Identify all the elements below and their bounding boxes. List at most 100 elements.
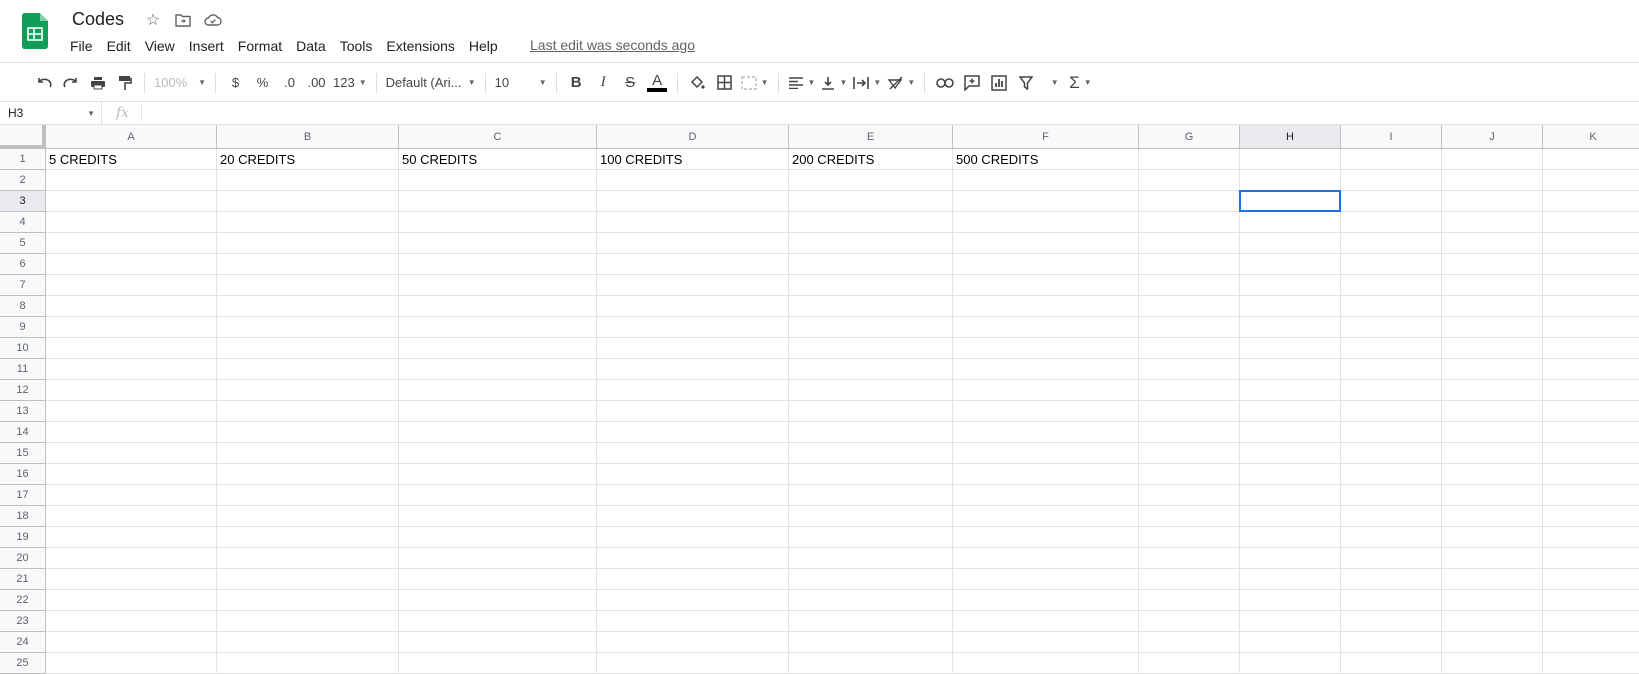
cell-b10[interactable] (217, 338, 399, 359)
cell-i18[interactable] (1341, 506, 1442, 527)
cell-h12[interactable] (1240, 380, 1341, 401)
cell-h7[interactable] (1240, 275, 1341, 296)
cell-j16[interactable] (1442, 464, 1543, 485)
column-header-d[interactable]: D (597, 125, 789, 149)
cell-f9[interactable] (953, 317, 1139, 338)
row-header-12[interactable]: 12 (0, 380, 46, 401)
cell-h2[interactable] (1240, 170, 1341, 191)
cell-k21[interactable] (1543, 569, 1639, 590)
cell-h8[interactable] (1240, 296, 1341, 317)
cell-e6[interactable] (789, 254, 953, 275)
move-folder-icon[interactable] (173, 10, 193, 30)
cell-g8[interactable] (1139, 296, 1240, 317)
cell-a10[interactable] (46, 338, 217, 359)
cell-c11[interactable] (399, 359, 597, 380)
cell-g9[interactable] (1139, 317, 1240, 338)
borders-icon[interactable] (711, 70, 738, 96)
more-formats-button[interactable]: 123 ▼ (330, 70, 370, 96)
cell-b25[interactable] (217, 653, 399, 674)
cell-j6[interactable] (1442, 254, 1543, 275)
cell-f17[interactable] (953, 485, 1139, 506)
row-header-10[interactable]: 10 (0, 338, 46, 359)
cell-c15[interactable] (399, 443, 597, 464)
cell-h19[interactable] (1240, 527, 1341, 548)
cell-e10[interactable] (789, 338, 953, 359)
horizontal-align-icon[interactable]: ▼ (785, 70, 819, 96)
cell-a20[interactable] (46, 548, 217, 569)
cell-a9[interactable] (46, 317, 217, 338)
cell-b12[interactable] (217, 380, 399, 401)
select-all-corner[interactable] (0, 125, 46, 149)
cell-c9[interactable] (399, 317, 597, 338)
cell-i16[interactable] (1341, 464, 1442, 485)
row-header-15[interactable]: 15 (0, 443, 46, 464)
cell-a14[interactable] (46, 422, 217, 443)
column-header-j[interactable]: J (1442, 125, 1543, 149)
cell-d23[interactable] (597, 611, 789, 632)
menu-help[interactable]: Help (462, 36, 505, 56)
cell-e8[interactable] (789, 296, 953, 317)
zoom-select[interactable]: 100% ▼ (151, 70, 209, 96)
cell-c3[interactable] (399, 191, 597, 212)
cell-a8[interactable] (46, 296, 217, 317)
cell-e19[interactable] (789, 527, 953, 548)
row-header-9[interactable]: 9 (0, 317, 46, 338)
cell-d17[interactable] (597, 485, 789, 506)
cell-f24[interactable] (953, 632, 1139, 653)
cell-b20[interactable] (217, 548, 399, 569)
cell-b6[interactable] (217, 254, 399, 275)
row-header-1[interactable]: 1 (0, 149, 46, 170)
cell-h4[interactable] (1240, 212, 1341, 233)
column-header-e[interactable]: E (789, 125, 953, 149)
cell-k24[interactable] (1543, 632, 1639, 653)
cell-k13[interactable] (1543, 401, 1639, 422)
column-header-a[interactable]: A (46, 125, 217, 149)
cell-j3[interactable] (1442, 191, 1543, 212)
cell-a21[interactable] (46, 569, 217, 590)
row-header-6[interactable]: 6 (0, 254, 46, 275)
cell-d20[interactable] (597, 548, 789, 569)
cell-j10[interactable] (1442, 338, 1543, 359)
row-header-18[interactable]: 18 (0, 506, 46, 527)
cell-a11[interactable] (46, 359, 217, 380)
paint-format-icon[interactable] (111, 70, 138, 96)
cell-c7[interactable] (399, 275, 597, 296)
cell-g7[interactable] (1139, 275, 1240, 296)
cell-k10[interactable] (1543, 338, 1639, 359)
cell-e18[interactable] (789, 506, 953, 527)
cell-d4[interactable] (597, 212, 789, 233)
cell-f19[interactable] (953, 527, 1139, 548)
row-header-3[interactable]: 3 (0, 191, 46, 212)
cell-e11[interactable] (789, 359, 953, 380)
column-header-f[interactable]: F (953, 125, 1139, 149)
cell-g13[interactable] (1139, 401, 1240, 422)
cell-e15[interactable] (789, 443, 953, 464)
cell-d12[interactable] (597, 380, 789, 401)
cell-i22[interactable] (1341, 590, 1442, 611)
cell-h9[interactable] (1240, 317, 1341, 338)
cell-e9[interactable] (789, 317, 953, 338)
cell-i21[interactable] (1341, 569, 1442, 590)
cell-g10[interactable] (1139, 338, 1240, 359)
row-header-4[interactable]: 4 (0, 212, 46, 233)
cell-a23[interactable] (46, 611, 217, 632)
cell-c6[interactable] (399, 254, 597, 275)
cell-c22[interactable] (399, 590, 597, 611)
cell-d16[interactable] (597, 464, 789, 485)
cell-k19[interactable] (1543, 527, 1639, 548)
cell-h5[interactable] (1240, 233, 1341, 254)
cell-c13[interactable] (399, 401, 597, 422)
cell-j5[interactable] (1442, 233, 1543, 254)
strikethrough-button[interactable]: S (617, 70, 644, 96)
row-header-23[interactable]: 23 (0, 611, 46, 632)
cell-a5[interactable] (46, 233, 217, 254)
cell-k16[interactable] (1543, 464, 1639, 485)
cell-a3[interactable] (46, 191, 217, 212)
cell-b8[interactable] (217, 296, 399, 317)
cell-g14[interactable] (1139, 422, 1240, 443)
cell-e20[interactable] (789, 548, 953, 569)
undo-icon[interactable] (30, 70, 57, 96)
cell-b13[interactable] (217, 401, 399, 422)
cell-j1[interactable] (1442, 149, 1543, 170)
cell-a19[interactable] (46, 527, 217, 548)
